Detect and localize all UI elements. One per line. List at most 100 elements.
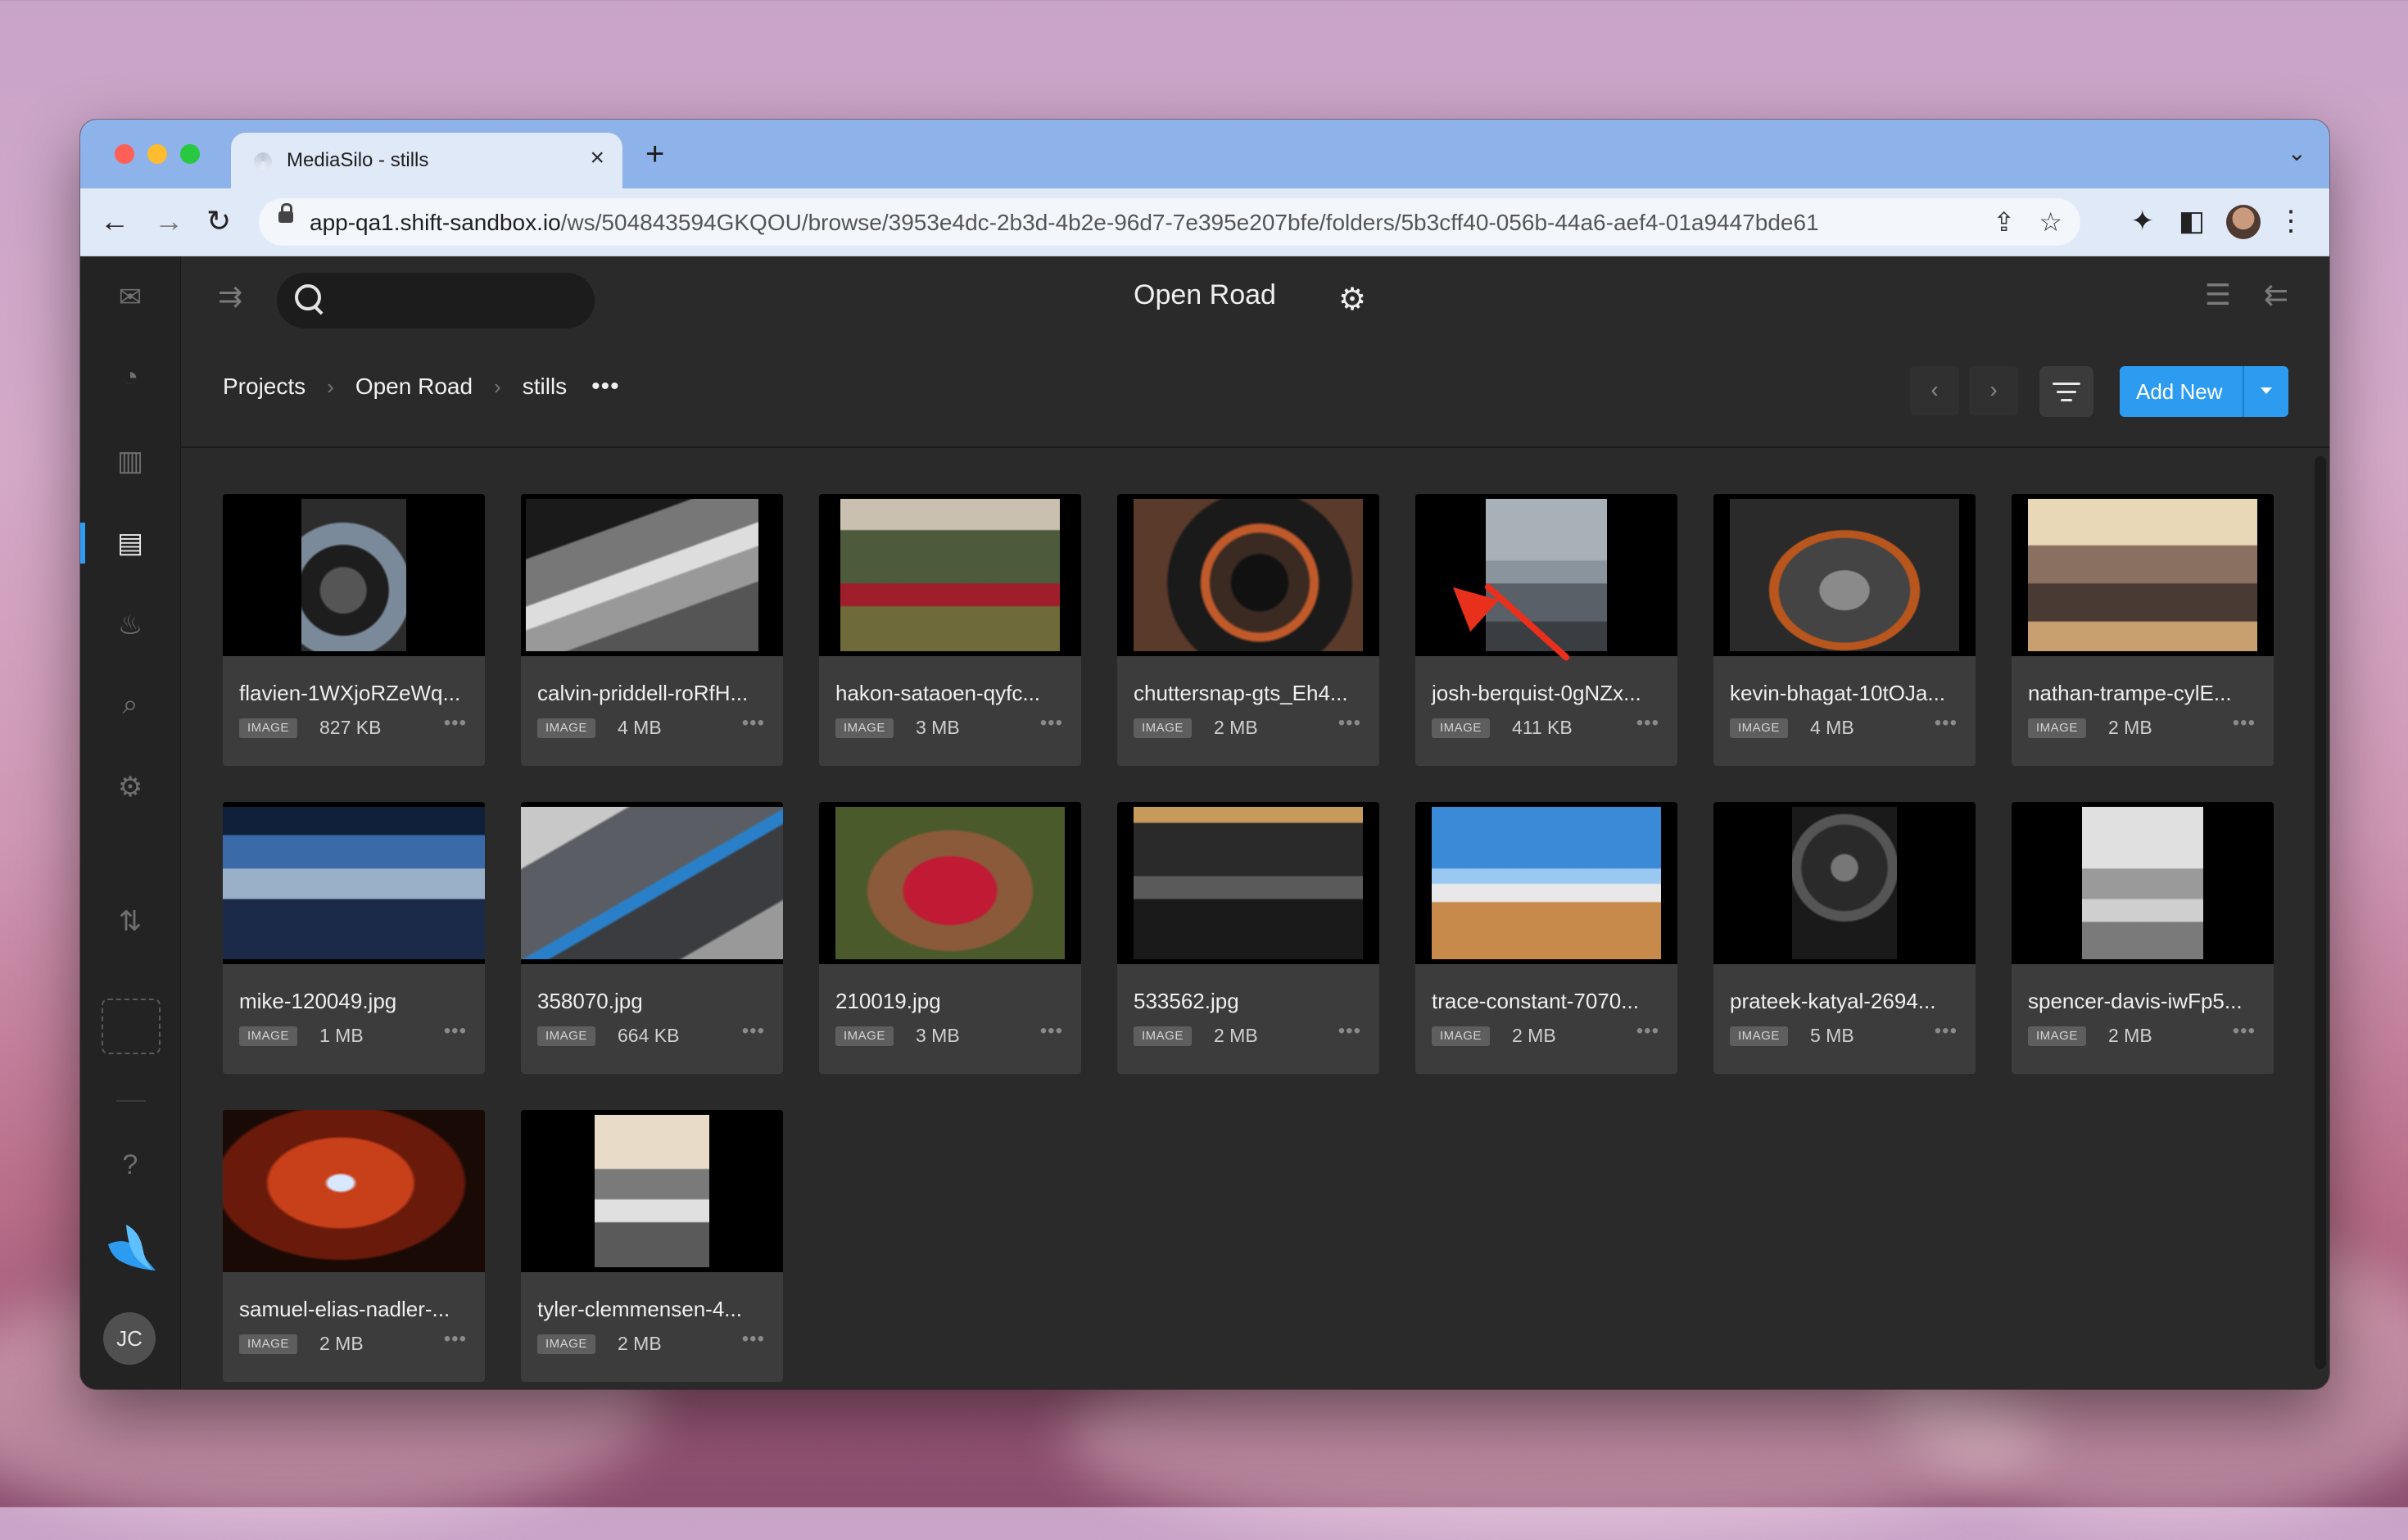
thumbnail-image: [835, 807, 1065, 959]
share-icon[interactable]: ⇪: [1993, 206, 2015, 238]
next-page-button[interactable]: ›: [1969, 366, 2018, 415]
file-name: josh-berquist-0gNZx...: [1432, 681, 1641, 705]
file-type-badge: IMAGE: [1432, 718, 1490, 738]
add-new-button[interactable]: Add New: [2120, 366, 2288, 417]
file-thumbnail[interactable]: [521, 1110, 783, 1272]
file-card[interactable]: josh-berquist-0gNZx... IMAGE 411 KB •••: [1415, 494, 1677, 766]
file-card[interactable]: calvin-priddell-roRfH... IMAGE 4 MB •••: [521, 494, 783, 766]
breadcrumb-open-road[interactable]: Open Road: [355, 374, 473, 400]
file-thumbnail[interactable]: [819, 494, 1081, 656]
expand-panel-icon[interactable]: ⇉: [218, 279, 242, 314]
profile-avatar[interactable]: [2226, 205, 2261, 239]
tab-search-chevron-icon[interactable]: ⌄: [2288, 139, 2306, 166]
inbox-mail-icon[interactable]: ✉: [80, 281, 180, 314]
recent-clock-icon[interactable]: ◔: [80, 361, 180, 393]
card-more-options-icon[interactable]: •••: [1935, 712, 1958, 735]
file-card[interactable]: 210019.jpg IMAGE 3 MB •••: [819, 802, 1081, 1074]
list-view-icon[interactable]: ☰: [2205, 278, 2231, 312]
file-card[interactable]: chuttersnap-gts_Eh4... IMAGE 2 MB •••: [1117, 494, 1379, 766]
analytics-chart-icon[interactable]: ▥: [80, 445, 180, 478]
card-more-options-icon[interactable]: •••: [742, 712, 765, 735]
file-thumbnail[interactable]: [1117, 802, 1379, 964]
transfers-arrows-icon[interactable]: ⇅: [80, 905, 180, 938]
card-more-options-icon[interactable]: •••: [1636, 1020, 1659, 1043]
card-more-options-icon[interactable]: •••: [444, 1020, 467, 1043]
file-type-badge: IMAGE: [1134, 718, 1192, 738]
side-panel-icon[interactable]: ◧: [2179, 203, 2205, 239]
card-more-options-icon[interactable]: •••: [742, 1328, 765, 1351]
upload-dropzone[interactable]: [102, 999, 161, 1054]
file-thumbnail[interactable]: [2012, 802, 2274, 964]
file-name: 210019.jpg: [835, 989, 941, 1013]
file-thumbnail[interactable]: [1415, 802, 1677, 964]
file-thumbnail[interactable]: [1713, 494, 1976, 656]
card-more-options-icon[interactable]: •••: [1040, 1020, 1063, 1043]
window-close-button[interactable]: [115, 144, 134, 164]
file-card[interactable]: 533562.jpg IMAGE 2 MB •••: [1117, 802, 1379, 1074]
window-zoom-button[interactable]: [180, 144, 200, 164]
file-thumbnail[interactable]: [1713, 802, 1976, 964]
file-thumbnail[interactable]: [223, 802, 485, 964]
file-card[interactable]: 358070.jpg IMAGE 664 KB •••: [521, 802, 783, 1074]
new-tab-icon[interactable]: +: [645, 138, 664, 170]
file-type-badge: IMAGE: [537, 1026, 595, 1046]
file-thumbnail[interactable]: [1117, 494, 1379, 656]
thumbnail-image: [1134, 499, 1363, 651]
project-settings-gear-icon[interactable]: ⚙: [1338, 281, 1366, 318]
file-card[interactable]: trace-constant-7070... IMAGE 2 MB •••: [1415, 802, 1677, 1074]
file-thumbnail[interactable]: [223, 494, 485, 656]
card-more-options-icon[interactable]: •••: [2233, 712, 2256, 735]
add-new-dropdown-caret-icon[interactable]: [2261, 387, 2272, 394]
folder-more-options-icon[interactable]: •••: [591, 373, 620, 401]
search-nav-icon[interactable]: ⌕: [80, 689, 180, 721]
user-avatar[interactable]: JC: [103, 1312, 156, 1365]
card-more-options-icon[interactable]: •••: [1338, 712, 1361, 735]
file-thumbnail[interactable]: [2012, 494, 2274, 656]
previous-page-button[interactable]: ‹: [1910, 366, 1959, 415]
card-more-options-icon[interactable]: •••: [1636, 712, 1659, 735]
browser-menu-icon[interactable]: ⋮: [2277, 203, 2305, 239]
vertical-scrollbar[interactable]: [2315, 456, 2326, 1369]
card-more-options-icon[interactable]: •••: [742, 1020, 765, 1043]
file-card[interactable]: nathan-trampe-cylE... IMAGE 2 MB •••: [2012, 494, 2274, 766]
card-more-options-icon[interactable]: •••: [444, 712, 467, 735]
left-sidebar: ✉ ◔ ▥ ▤ ♨ ⌕ ⚙ ⇅ ? JC: [80, 256, 181, 1389]
reload-icon[interactable]: ↻: [206, 203, 231, 239]
breadcrumb-projects[interactable]: Projects: [223, 374, 306, 400]
file-thumbnail[interactable]: [521, 802, 783, 964]
file-card[interactable]: mike-120049.jpg IMAGE 1 MB •••: [223, 802, 485, 1074]
extensions-puzzle-icon[interactable]: ✦: [2131, 203, 2155, 239]
back-icon[interactable]: ←: [100, 203, 129, 239]
file-card[interactable]: kevin-bhagat-10tOJa... IMAGE 4 MB •••: [1713, 494, 1976, 766]
file-card[interactable]: hakon-sataoen-qyfc... IMAGE 3 MB •••: [819, 494, 1081, 766]
file-card[interactable]: spencer-davis-iwFp5... IMAGE 2 MB •••: [2012, 802, 2274, 1074]
collapse-panel-icon[interactable]: ⇇: [2264, 278, 2288, 312]
help-question-icon[interactable]: ?: [80, 1149, 180, 1181]
file-card[interactable]: flavien-1WXjoRZeWq... IMAGE 827 KB •••: [223, 494, 485, 766]
file-card[interactable]: prateek-katyal-2694... IMAGE 5 MB •••: [1713, 802, 1976, 1074]
file-thumbnail[interactable]: [819, 802, 1081, 964]
address-bar[interactable]: app-qa1.shift-sandbox.io/ws/504843594GKQ…: [259, 198, 2080, 246]
card-more-options-icon[interactable]: •••: [1040, 712, 1063, 735]
file-card[interactable]: samuel-elias-nadler-... IMAGE 2 MB •••: [223, 1110, 485, 1382]
file-thumbnail[interactable]: [223, 1110, 485, 1272]
file-card[interactable]: tyler-clemmensen-4... IMAGE 2 MB •••: [521, 1110, 783, 1382]
window-minimize-button[interactable]: [147, 144, 167, 164]
file-thumbnail[interactable]: [1415, 494, 1677, 656]
close-tab-icon[interactable]: ×: [590, 144, 604, 172]
card-more-options-icon[interactable]: •••: [2233, 1020, 2256, 1043]
file-thumbnail[interactable]: [521, 494, 783, 656]
card-more-options-icon[interactable]: •••: [1338, 1020, 1361, 1043]
search-input[interactable]: [334, 284, 583, 319]
filter-button[interactable]: [2039, 366, 2093, 417]
settings-gear-icon[interactable]: ⚙: [80, 771, 180, 804]
bookmark-star-icon[interactable]: ☆: [2039, 206, 2062, 238]
forward-icon[interactable]: →: [154, 203, 183, 239]
projects-archive-icon[interactable]: ▤: [80, 527, 180, 559]
browser-tab[interactable]: MediaSilo - stills ×: [231, 133, 622, 188]
trending-flame-icon[interactable]: ♨: [80, 609, 180, 641]
card-more-options-icon[interactable]: •••: [1935, 1020, 1958, 1043]
mediasilo-logo-icon[interactable]: [102, 1220, 161, 1277]
card-more-options-icon[interactable]: •••: [444, 1328, 467, 1351]
search-box[interactable]: [277, 273, 595, 328]
